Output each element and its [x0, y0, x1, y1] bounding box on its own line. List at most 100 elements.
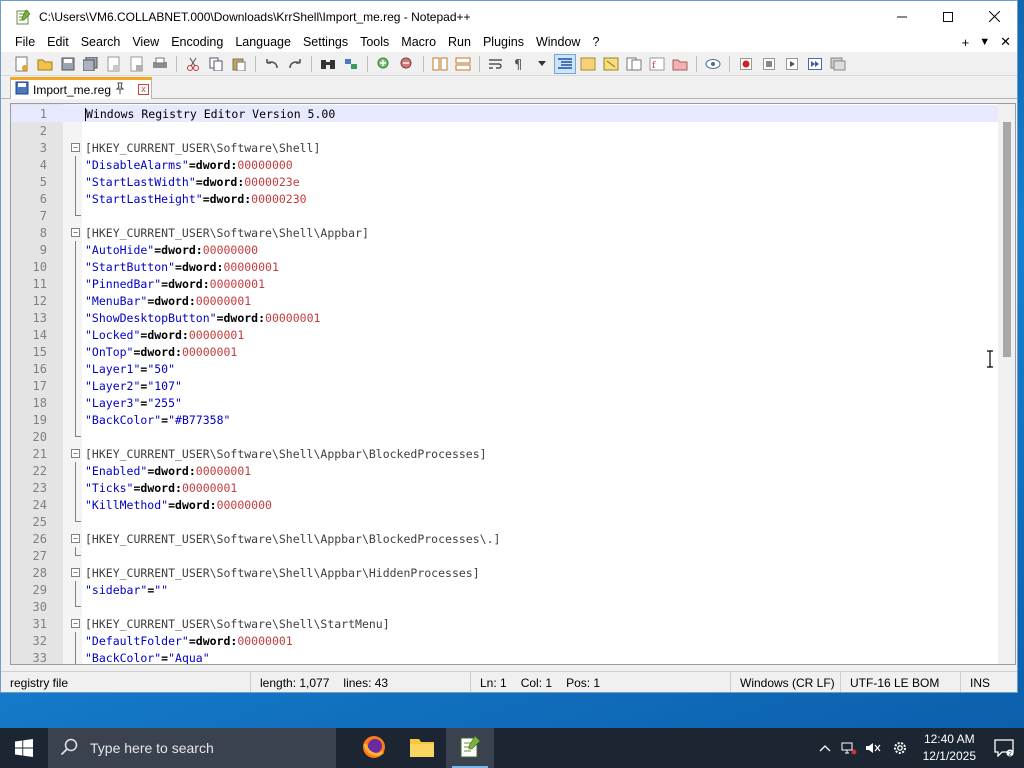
code-line[interactable]: 33 "BackColor"="Aqua" — [11, 649, 1001, 664]
menu-view[interactable]: View — [126, 32, 165, 52]
save-macro-icon[interactable] — [827, 54, 849, 74]
menu-window[interactable]: Window — [530, 32, 586, 52]
code-line[interactable]: 13 "ShowDesktopButton"=dword:00000001 — [11, 309, 1001, 326]
code-line[interactable]: 32 "DefaultFolder"=dword:00000001 — [11, 632, 1001, 649]
menu-encoding[interactable]: Encoding — [165, 32, 229, 52]
fold-toggle-icon[interactable]: − — [71, 143, 80, 152]
user-defined-language-icon[interactable] — [577, 54, 599, 74]
menu-edit[interactable]: Edit — [41, 32, 75, 52]
fold-toggle-icon[interactable]: − — [71, 534, 80, 543]
close-file-icon[interactable] — [103, 54, 125, 74]
code-line[interactable]: 19 "BackColor"="#B77358" — [11, 411, 1001, 428]
code-line[interactable]: 31 − [HKEY_CURRENT_USER\Software\Shell\Sta… — [11, 615, 1001, 632]
code-line[interactable]: 26 − [HKEY_CURRENT_USER\Software\Shell\App… — [11, 530, 1001, 547]
code-line[interactable]: 1 Windows Registry Editor Version 5.00 — [11, 105, 1001, 122]
code-line[interactable]: 29 "sidebar"="" — [11, 581, 1001, 598]
code-line[interactable]: 23 "Ticks"=dword:00000001 — [11, 479, 1001, 496]
menu-help[interactable]: ? — [586, 32, 605, 52]
menu-search[interactable]: Search — [75, 32, 127, 52]
taskbar-clock[interactable]: 12:40 AM 12/1/2025 — [915, 731, 984, 765]
volume-muted-icon[interactable] — [861, 728, 885, 768]
code-line[interactable]: 25 — [11, 513, 1001, 530]
indent-guide-icon[interactable] — [554, 53, 576, 74]
pin-icon[interactable] — [115, 82, 125, 97]
minimize-button[interactable] — [879, 1, 925, 32]
code-line[interactable]: 10 "StartButton"=dword:00000001 — [11, 258, 1001, 275]
fold-toggle-icon[interactable]: − — [71, 228, 80, 237]
paste-icon[interactable] — [228, 54, 250, 74]
tab-import-me-reg[interactable]: Import_me.reg x — [10, 77, 152, 99]
taskbar-search-box[interactable]: Type here to search — [48, 728, 336, 768]
save-all-icon[interactable] — [80, 54, 102, 74]
menu-language[interactable]: Language — [229, 32, 297, 52]
dropdown-arrow-icon[interactable] — [531, 54, 553, 74]
editor-area[interactable]: 1 Windows Registry Editor Version 5.00 2 3−… — [10, 103, 1016, 665]
code-line[interactable]: 20 — [11, 428, 1001, 445]
code-line[interactable]: 8 − [HKEY_CURRENT_USER\Software\Shell\Appb… — [11, 224, 1001, 241]
monitoring-icon[interactable] — [702, 54, 724, 74]
find-icon[interactable] — [317, 54, 339, 74]
chevron-up-icon[interactable] — [813, 728, 837, 768]
code-line[interactable]: 30 — [11, 598, 1001, 615]
code-line[interactable]: 16 "Layer1"="50" — [11, 360, 1001, 377]
notifications-icon[interactable]: 2 — [984, 728, 1024, 768]
replace-icon[interactable] — [340, 54, 362, 74]
menu-plugins[interactable]: Plugins — [477, 32, 530, 52]
save-icon[interactable] — [57, 54, 79, 74]
scrollbar-thumb[interactable] — [1003, 122, 1011, 357]
network-icon[interactable] — [837, 728, 861, 768]
code-line[interactable]: 6 "StartLastHeight"=dword:00000230 — [11, 190, 1001, 207]
close-all-icon[interactable] — [126, 54, 148, 74]
code-lines[interactable]: 1 Windows Registry Editor Version 5.00 2 3−… — [11, 105, 1001, 664]
maximize-button[interactable] — [925, 1, 971, 32]
folder-as-workspace-icon[interactable] — [669, 54, 691, 74]
code-line[interactable]: 28 − [HKEY_CURRENT_USER\Software\Shell\App… — [11, 564, 1001, 581]
title-bar[interactable]: C:\Users\VM6.COLLABNET.000\Downloads\Krr… — [1, 1, 1017, 32]
code-line[interactable]: 15 "OnTop"=dword:00000001 — [11, 343, 1001, 360]
close-button[interactable] — [971, 1, 1017, 32]
show-all-characters-icon[interactable]: ¶ — [508, 54, 530, 74]
vertical-scrollbar[interactable] — [998, 104, 1015, 664]
code-line[interactable]: 22 "Enabled"=dword:00000001 — [11, 462, 1001, 479]
sync-horizontal-scroll-icon[interactable] — [452, 54, 474, 74]
sync-vertical-scroll-icon[interactable] — [429, 54, 451, 74]
stop-macro-icon[interactable] — [758, 54, 780, 74]
fold-toggle-icon[interactable]: − — [71, 568, 80, 577]
menu-file[interactable]: File — [9, 32, 41, 52]
settings-gear-icon[interactable] — [885, 728, 915, 768]
code-line[interactable]: 12 "MenuBar"=dword:00000001 — [11, 292, 1001, 309]
zoom-in-icon[interactable] — [373, 54, 395, 74]
zoom-out-icon[interactable] — [396, 54, 418, 74]
menu-settings[interactable]: Settings — [297, 32, 354, 52]
play-macro-icon[interactable] — [781, 54, 803, 74]
code-line[interactable]: 21 − [HKEY_CURRENT_USER\Software\Shell\App… — [11, 445, 1001, 462]
word-wrap-icon[interactable] — [485, 54, 507, 74]
fold-toggle-icon[interactable]: − — [71, 449, 80, 458]
code-line[interactable]: 5 "StartLastWidth"=dword:0000023e — [11, 173, 1001, 190]
tab-list-dropdown-button[interactable]: ▼ — [979, 36, 990, 48]
code-line[interactable]: 9 "AutoHide"=dword:00000000 — [11, 241, 1001, 258]
copy-icon[interactable] — [205, 54, 227, 74]
close-document-button[interactable]: ✕ — [1000, 34, 1011, 50]
code-line[interactable]: 14 "Locked"=dword:00000001 — [11, 326, 1001, 343]
record-macro-icon[interactable] — [735, 54, 757, 74]
code-line[interactable]: 11 "PinnedBar"=dword:00000001 — [11, 275, 1001, 292]
code-line[interactable]: 27 — [11, 547, 1001, 564]
open-file-icon[interactable] — [34, 54, 56, 74]
taskbar-file-explorer[interactable] — [398, 728, 446, 768]
code-line[interactable]: 24 "KillMethod"=dword:00000000 — [11, 496, 1001, 513]
menu-tools[interactable]: Tools — [354, 32, 395, 52]
undo-icon[interactable] — [261, 54, 283, 74]
code-line[interactable]: 4 "DisableAlarms"=dword:00000000 — [11, 156, 1001, 173]
redo-icon[interactable] — [284, 54, 306, 74]
new-tab-button[interactable]: + — [962, 35, 970, 50]
print-icon[interactable] — [149, 54, 171, 74]
new-file-icon[interactable] — [11, 54, 33, 74]
fold-toggle-icon[interactable]: − — [71, 619, 80, 628]
tab-close-button[interactable]: x — [138, 84, 149, 95]
document-list-icon[interactable] — [623, 54, 645, 74]
start-button[interactable] — [0, 728, 48, 768]
code-line[interactable]: 7 — [11, 207, 1001, 224]
document-map-icon[interactable] — [600, 54, 622, 74]
code-line[interactable]: 2 — [11, 122, 1001, 139]
